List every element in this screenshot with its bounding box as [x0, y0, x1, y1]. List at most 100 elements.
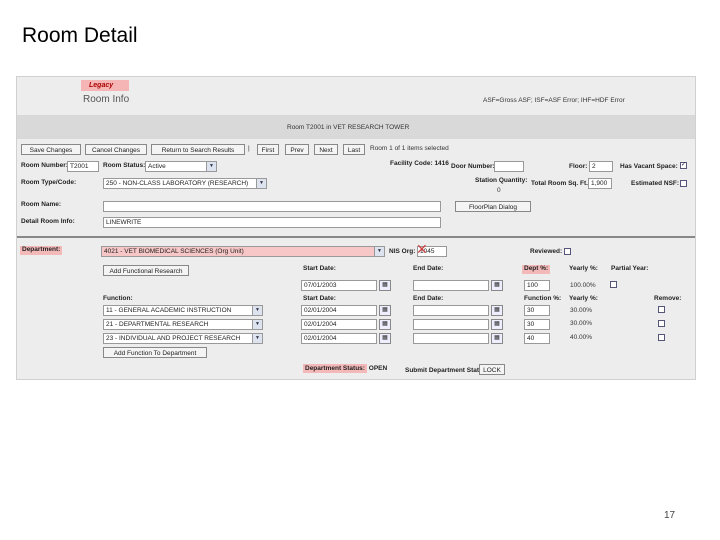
- dept-percent-field[interactable]: 100: [524, 280, 550, 291]
- dept-yearly-value: 100.00%: [570, 282, 596, 289]
- calendar-icon[interactable]: ▦: [491, 305, 503, 316]
- remove-x-icon[interactable]: ✕: [416, 242, 428, 256]
- function-yearly-value: 30.00%: [570, 307, 593, 314]
- function-percent-field[interactable]: 40: [524, 333, 550, 344]
- facility-code-label-text: Facility Code:: [390, 160, 433, 167]
- reviewed-label: Reviewed:: [530, 248, 563, 255]
- next-button[interactable]: Next: [314, 144, 338, 155]
- function-percent-label: Function %:: [524, 295, 562, 302]
- cancel-changes-button[interactable]: Cancel Changes: [85, 144, 147, 155]
- function-start-date-field[interactable]: 02/01/2004: [301, 333, 377, 344]
- calendar-icon[interactable]: ▦: [491, 280, 503, 291]
- function-end-date-field[interactable]: [413, 305, 489, 316]
- remove-function-checkbox[interactable]: [658, 306, 665, 313]
- submit-status-label: Submit Department Status:: [405, 367, 489, 374]
- function-yearly-value: 40.00%: [570, 334, 593, 341]
- department-status-label-text: Department Status:: [303, 364, 367, 373]
- chevron-down-icon: ▼: [206, 162, 216, 171]
- function-select[interactable]: 23 - INDIVIDUAL AND PROJECT RESEARCH ▼: [103, 333, 263, 344]
- room-detail-screenshot: Legacy Room Info ASF=Gross ASF; ISF=ASF …: [16, 76, 696, 380]
- room-number-label: Room Number:: [21, 162, 68, 169]
- estimated-nsf-label: Estimated NSF:: [631, 180, 680, 187]
- dept-end-date-label: End Date:: [413, 265, 444, 272]
- department-status-value: OPEN: [368, 365, 388, 372]
- legacy-tag: Legacy: [81, 80, 129, 91]
- calendar-icon[interactable]: ▦: [491, 333, 503, 344]
- room-number-field[interactable]: T2001: [67, 161, 99, 172]
- department-select[interactable]: 4021 - VET BIOMEDICAL SCIENCES (Org Unit…: [101, 246, 385, 257]
- department-value: 4021 - VET BIOMEDICAL SCIENCES (Org Unit…: [104, 248, 244, 255]
- chevron-down-icon: ▼: [374, 247, 384, 256]
- room-name-label: Room Name:: [21, 201, 62, 208]
- remove-label: Remove:: [654, 295, 682, 302]
- room-heading: Room T2001 in VET RESEARCH TOWER: [287, 124, 410, 131]
- floor-field[interactable]: 2: [589, 161, 613, 172]
- chevron-down-icon: ▼: [252, 334, 262, 343]
- total-sqft-label: Total Room Sq. Ft.:: [531, 180, 591, 187]
- return-to-results-button[interactable]: Return to Search Results: [151, 144, 245, 155]
- calendar-icon[interactable]: ▦: [379, 280, 391, 291]
- chevron-down-icon: ▼: [252, 320, 262, 329]
- partial-year-label: Partial Year:: [611, 265, 649, 272]
- chevron-down-icon: ▼: [252, 306, 262, 315]
- remove-function-checkbox[interactable]: [658, 334, 665, 341]
- dept-yearly-label: Yearly %:: [569, 265, 598, 272]
- save-changes-button[interactable]: Save Changes: [21, 144, 81, 155]
- function-value: 21 - DEPARTMENTAL RESEARCH: [106, 321, 209, 328]
- function-select[interactable]: 11 - GENERAL ACADEMIC INSTRUCTION ▼: [103, 305, 263, 316]
- function-value: 23 - INDIVIDUAL AND PROJECT RESEARCH: [106, 335, 241, 342]
- dept-percent-label: Dept %:: [522, 265, 551, 274]
- facility-code-value: 1416: [434, 160, 449, 167]
- function-percent-field[interactable]: 30: [524, 305, 550, 316]
- function-select[interactable]: 21 - DEPARTMENTAL RESEARCH ▼: [103, 319, 263, 330]
- chevron-down-icon: ▼: [256, 179, 266, 188]
- total-sqft-field[interactable]: 1,900: [588, 178, 612, 189]
- has-vacant-space-checkbox[interactable]: ✓: [680, 162, 687, 169]
- calendar-icon[interactable]: ▦: [379, 333, 391, 344]
- first-button[interactable]: First: [257, 144, 279, 155]
- function-end-date-field[interactable]: [413, 319, 489, 330]
- function-percent-field[interactable]: 30: [524, 319, 550, 330]
- submit-status-button[interactable]: LOCK: [479, 364, 505, 375]
- slide-title: Room Detail: [22, 24, 138, 47]
- function-start-date-field[interactable]: 02/01/2004: [301, 305, 377, 316]
- calendar-icon[interactable]: ▦: [379, 305, 391, 316]
- department-label: Department:: [20, 246, 63, 255]
- calendar-icon[interactable]: ▦: [491, 319, 503, 330]
- room-name-field[interactable]: [103, 201, 441, 212]
- floorplan-button[interactable]: FloorPlan Dialog: [455, 201, 531, 212]
- section-divider: [17, 236, 695, 238]
- calendar-icon[interactable]: ▦: [379, 319, 391, 330]
- function-end-date-field[interactable]: [413, 333, 489, 344]
- page-number: 17: [664, 510, 676, 521]
- dept-start-date-label: Start Date:: [303, 265, 336, 272]
- room-status-value: Active: [148, 163, 166, 170]
- reviewed-checkbox[interactable]: [564, 248, 571, 255]
- partial-year-checkbox[interactable]: [610, 281, 617, 288]
- function-end-date-label: End Date:: [413, 295, 444, 302]
- dept-end-date-field[interactable]: [413, 280, 489, 291]
- room-type-select[interactable]: 250 - NON-CLASS LABORATORY (RESEARCH) ▼: [103, 178, 267, 189]
- room-type-label: Room Type/Code:: [21, 179, 77, 186]
- record-count: Room 1 of 1 items selected: [370, 145, 449, 152]
- function-value: 11 - GENERAL ACADEMIC INSTRUCTION: [106, 307, 232, 314]
- detail-room-info-field[interactable]: LINEWRITE: [103, 217, 441, 228]
- remove-function-checkbox[interactable]: [658, 320, 665, 327]
- estimated-nsf-checkbox[interactable]: [680, 180, 687, 187]
- door-number-label: Door Number:: [451, 163, 495, 170]
- add-functional-research-button[interactable]: Add Functional Research: [103, 265, 189, 276]
- door-number-field[interactable]: [494, 161, 524, 172]
- last-button[interactable]: Last: [343, 144, 365, 155]
- function-yearly-label: Yearly %:: [569, 295, 598, 302]
- room-status-select[interactable]: Active ▼: [145, 161, 217, 172]
- facility-code-label: Facility Code: 1416: [390, 160, 449, 168]
- function-yearly-value: 30.00%: [570, 320, 593, 327]
- function-start-date-field[interactable]: 02/01/2004: [301, 319, 377, 330]
- function-label: Function:: [103, 295, 133, 302]
- legend-text: ASF=Gross ASF; ISF=ASF Error; IHF=HDF Er…: [483, 97, 625, 104]
- dept-start-date-field[interactable]: 07/01/2003: [301, 280, 377, 291]
- prev-button[interactable]: Prev: [285, 144, 309, 155]
- function-start-date-label: Start Date:: [303, 295, 336, 302]
- section-title: Room Info: [83, 94, 130, 105]
- add-function-button[interactable]: Add Function To Department: [103, 347, 207, 358]
